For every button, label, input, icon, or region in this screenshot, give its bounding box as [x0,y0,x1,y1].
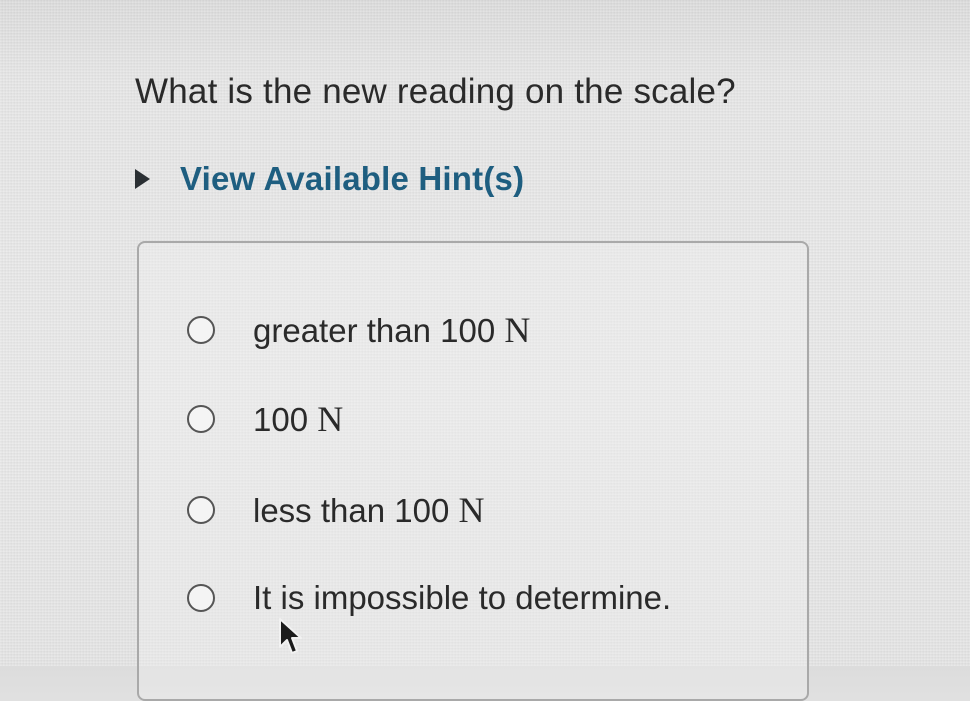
view-hints-toggle[interactable]: View Available Hint(s) [135,160,524,198]
option-label: less than 100 N [253,490,485,530]
option-equal[interactable]: 100 N [187,398,343,440]
radio-button[interactable] [187,405,215,433]
option-less-than[interactable]: less than 100 N [187,489,484,531]
option-impossible[interactable]: It is impossible to determine. [187,579,671,617]
question-text: What is the new reading on the scale? [135,72,736,111]
option-label: greater than 100 N [253,310,531,350]
option-greater-than[interactable]: greater than 100 N [187,309,530,351]
radio-button[interactable] [187,316,215,344]
option-label: 100 N [253,399,344,439]
view-hints-label: View Available Hint(s) [180,160,525,197]
mouse-pointer-icon [279,618,302,654]
option-label: It is impossible to determine. [253,579,672,616]
radio-button[interactable] [187,584,215,612]
radio-button[interactable] [187,496,215,524]
triangle-right-icon [135,169,150,189]
answer-options-box: greater than 100 N 100 N less than 100 N… [137,241,809,701]
